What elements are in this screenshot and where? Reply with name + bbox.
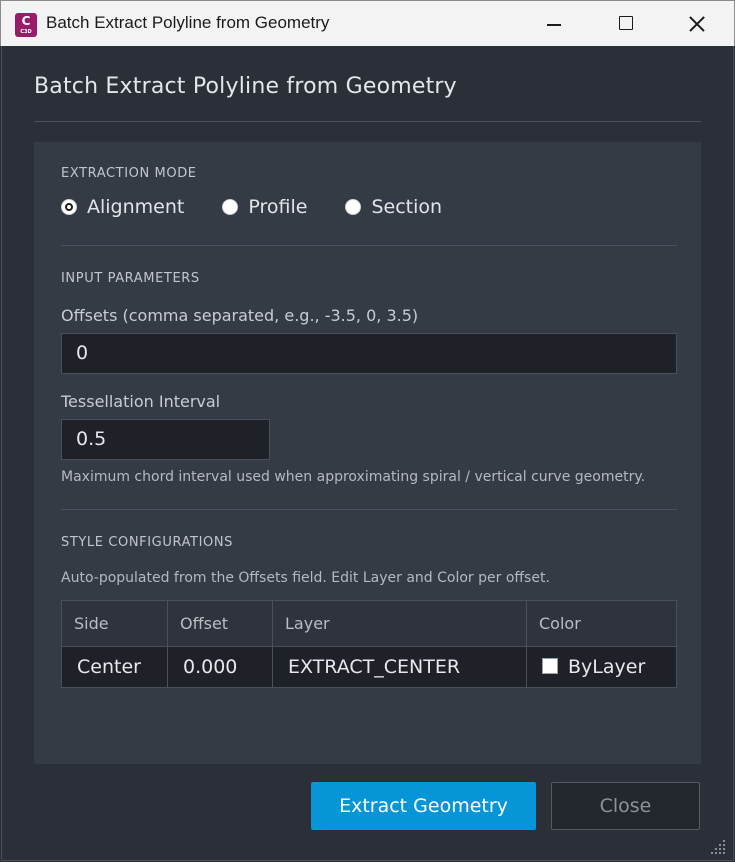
title-bar: C C3D Batch Extract Polyline from Geomet…	[0, 0, 735, 46]
app-icon-letter: C	[21, 14, 31, 28]
column-header-layer: Layer	[272, 600, 527, 647]
maximize-icon	[619, 16, 633, 30]
dialog-body: Batch Extract Polyline from Geometry EXT…	[1, 46, 734, 861]
cell-side: Center	[61, 646, 168, 688]
color-value: ByLayer	[568, 656, 646, 678]
table-row: Center 0.000 EXTRACT_CENTER ByLayer	[61, 646, 677, 688]
input-parameters-label: INPUT PARAMETERS	[61, 271, 200, 286]
cell-color[interactable]: ByLayer	[526, 646, 677, 688]
window-close-button[interactable]	[661, 1, 731, 47]
minimize-icon	[547, 24, 561, 26]
maximize-button[interactable]	[589, 1, 659, 47]
header-divider	[34, 121, 701, 122]
style-configurations-label: STYLE CONFIGURATIONS	[61, 535, 234, 550]
section-divider	[61, 509, 677, 510]
section-divider	[61, 245, 677, 246]
offsets-input[interactable]: 0	[61, 333, 677, 374]
extraction-mode-radio-group: Alignment Profile Section	[61, 196, 480, 218]
radio-unselected-icon	[345, 199, 362, 215]
radio-alignment[interactable]: Alignment	[61, 196, 184, 218]
table-header-row: Side Offset Layer Color	[61, 600, 677, 647]
color-checkbox[interactable]	[542, 658, 558, 674]
close-button[interactable]: Close	[551, 782, 700, 830]
extract-geometry-button[interactable]: Extract Geometry	[311, 782, 536, 830]
radio-profile-label: Profile	[248, 196, 308, 218]
radio-selected-icon	[61, 199, 77, 215]
column-header-color: Color	[526, 600, 677, 647]
radio-unselected-icon	[222, 199, 239, 215]
tessellation-label: Tessellation Interval	[61, 392, 221, 411]
radio-section[interactable]: Section	[345, 196, 442, 218]
cell-offset: 0.000	[167, 646, 273, 688]
window-title: Batch Extract Polyline from Geometry	[46, 13, 330, 32]
app-icon-sub: C3D	[20, 29, 32, 35]
style-table: Side Offset Layer Color Center 0.000 EXT…	[61, 600, 677, 688]
radio-section-label: Section	[371, 196, 443, 218]
minimize-button[interactable]	[519, 1, 589, 47]
extraction-mode-label: EXTRACTION MODE	[61, 166, 197, 181]
column-header-side: Side	[61, 600, 168, 647]
civil3d-app-icon: C C3D	[15, 13, 37, 37]
tessellation-hint: Maximum chord interval used when approxi…	[61, 469, 646, 485]
radio-profile[interactable]: Profile	[222, 196, 307, 218]
column-header-offset: Offset	[167, 600, 273, 647]
dialog-title: Batch Extract Polyline from Geometry	[34, 74, 457, 99]
style-configurations-description: Auto-populated from the Offsets field. E…	[61, 570, 550, 586]
cell-layer[interactable]: EXTRACT_CENTER	[272, 646, 527, 688]
tessellation-input[interactable]: 0.5	[61, 419, 270, 460]
settings-panel: EXTRACTION MODE Alignment Profile Sectio…	[34, 142, 701, 764]
offsets-label: Offsets (comma separated, e.g., -3.5, 0,…	[61, 306, 419, 325]
radio-alignment-label: Alignment	[87, 196, 185, 218]
resize-grip-icon[interactable]	[711, 840, 725, 854]
